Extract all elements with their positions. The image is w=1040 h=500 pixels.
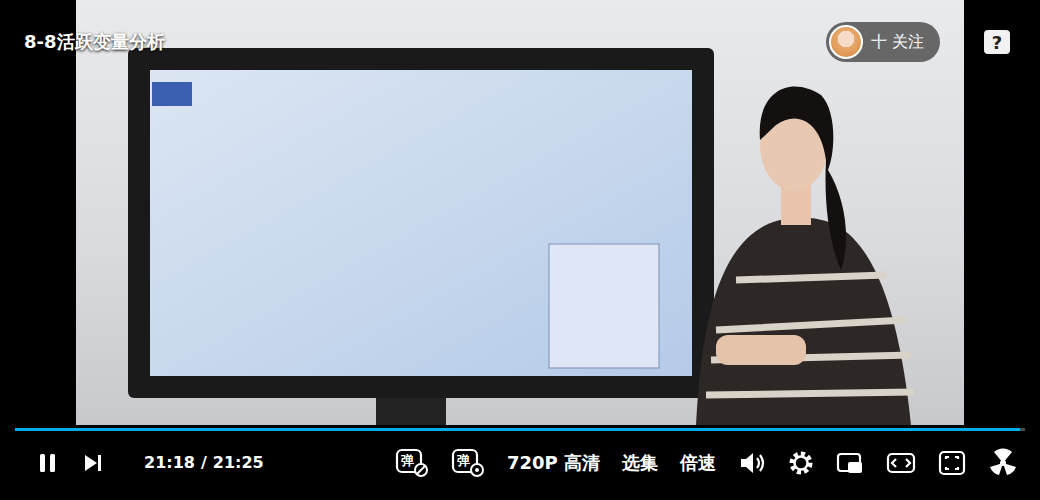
follow-label[interactable]: 十 关注	[871, 32, 924, 53]
lecture-scene-icon	[76, 0, 964, 425]
progress-track[interactable]	[15, 428, 1025, 431]
right-controls: 弹 弹 720P 高清选集倍速	[395, 448, 1018, 478]
progress-fill	[15, 428, 1020, 431]
time-display: 21:18 / 21:25	[126, 453, 264, 472]
left-controls: 21:18 / 21:25	[36, 451, 264, 475]
current-time: 21:18	[144, 453, 195, 472]
danmaku-label[interactable]: 弹	[401, 452, 414, 470]
follow-button[interactable]: 十 关注	[826, 22, 940, 62]
progress-bar[interactable]	[0, 425, 1040, 433]
video-frame[interactable]	[76, 0, 964, 425]
episodes-button[interactable]: 选集	[622, 451, 658, 475]
time-separator: /	[201, 453, 207, 472]
total-time: 21:25	[213, 453, 264, 472]
danmaku-label[interactable]: 弹	[457, 452, 470, 470]
pause-icon[interactable]	[36, 451, 60, 475]
widescreen-icon[interactable]	[886, 451, 916, 475]
danmaku-toggle-button[interactable]: 弹	[395, 448, 429, 478]
video-title: 8-8活跃变量分析	[24, 30, 165, 54]
top-actions: 十 关注?	[826, 22, 1010, 62]
picture-in-picture-icon[interactable]	[836, 451, 864, 475]
radiation-icon[interactable]	[988, 448, 1018, 478]
volume-icon[interactable]	[738, 450, 766, 476]
video-stage[interactable]: 8-8活跃变量分析 十 关注?	[0, 0, 1040, 425]
control-bar: 21:18 / 21:25 弹 弹 720P 高清选集倍速	[0, 433, 1040, 500]
fullscreen-icon[interactable]	[938, 450, 966, 476]
avatar-icon[interactable]	[829, 25, 863, 59]
gear-icon[interactable]	[788, 450, 814, 476]
speed-button[interactable]: 倍速	[680, 451, 716, 475]
quality-button[interactable]: 720P 高清	[507, 451, 600, 475]
help-button[interactable]: ?	[984, 30, 1010, 54]
danmaku-settings-button[interactable]: 弹	[451, 448, 485, 478]
next-icon[interactable]	[82, 452, 104, 474]
top-overlay: 8-8活跃变量分析 十 关注?	[0, 0, 1040, 62]
